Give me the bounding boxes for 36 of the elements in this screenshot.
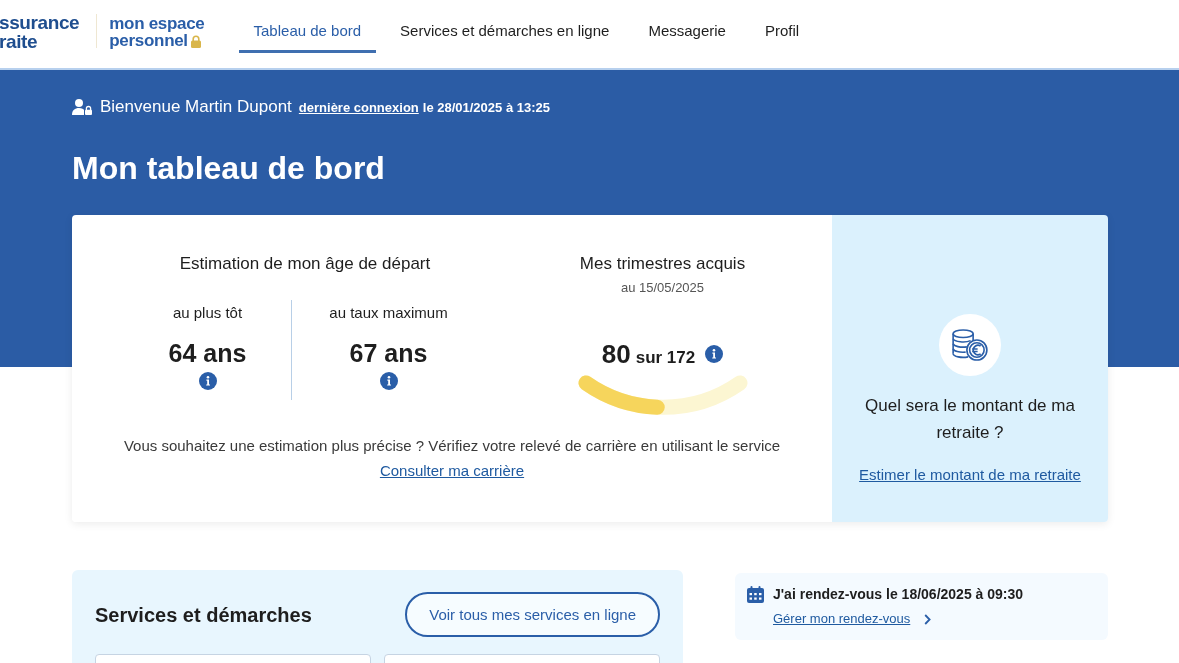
nav-tab[interactable]: Messagerie [633, 0, 741, 53]
pension-question: Quel sera le montant de ma retraite ? [864, 395, 1076, 444]
age-label: au taux maximum [329, 303, 448, 323]
manage-appointment-link[interactable]: Gérer mon rendez-vous [773, 609, 911, 629]
nav-tab[interactable]: Profil [749, 0, 815, 53]
section-title: Mes trimestres acquis [579, 253, 746, 275]
estimate-link[interactable]: Estimer le montant de ma retraite [859, 465, 1081, 485]
all-services-button[interactable]: Voir tous mes services en ligne [405, 592, 660, 637]
info-icon[interactable] [198, 372, 217, 390]
nav-tab[interactable]: Services et démarches en ligne [385, 0, 625, 53]
chevron-right-icon[interactable] [924, 613, 932, 625]
lock-icon [190, 35, 201, 48]
brand-logo: ssurance raite [0, 13, 80, 51]
age-label: au plus tôt [172, 303, 243, 323]
nav-tab[interactable]: Tableau de bord [238, 0, 377, 53]
info-paragraph: Vous souhaitez une estimation plus précise ? Vérifiez votre relevé de carrière en utilisant le service [123, 436, 781, 456]
info-icon[interactable] [379, 372, 398, 390]
last-login-date: le 28/01/2025 à 13:25 [422, 99, 550, 115]
coins-icon [939, 314, 1001, 376]
quarters-total: sur 172 [635, 348, 696, 368]
welcome-text: Bienvenue Martin Dupont [100, 97, 292, 117]
last-login-link[interactable]: dernière connexion [298, 99, 419, 115]
space-title: personnel [109, 32, 188, 49]
quarters-count: 80 [601, 340, 631, 368]
info-icon[interactable] [705, 345, 724, 363]
career-link[interactable]: Consulter ma carrière [379, 461, 525, 481]
section-title: Estimation de mon âge de départ [178, 253, 432, 275]
age-value: 64 ans [168, 338, 247, 368]
quarters-date: au 15/05/2025 [620, 280, 705, 296]
calendar-icon [747, 585, 764, 603]
user-lock-icon [72, 99, 92, 115]
age-value: 67 ans [349, 338, 428, 368]
page-title: Mon tableau de bord [72, 149, 386, 188]
space-title: mon espace [109, 15, 205, 32]
services-title: Services et démarches [95, 602, 312, 628]
appointment-text: J'ai rendez-vous le 18/06/2025 à 09:30 [773, 586, 1024, 602]
